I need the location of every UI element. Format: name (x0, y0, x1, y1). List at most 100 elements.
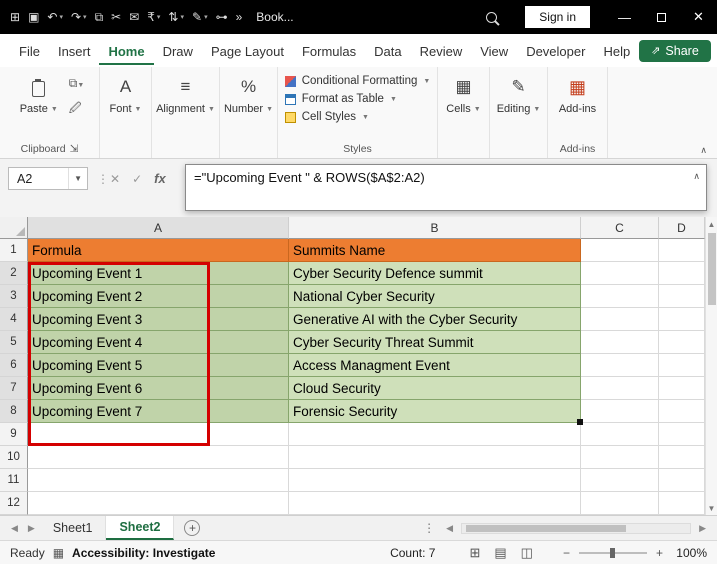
row-header-3[interactable]: 3 (0, 285, 28, 308)
cell-D4[interactable] (659, 308, 705, 331)
column-header-C[interactable]: C (581, 217, 659, 239)
macro-record-icon[interactable]: ▦ (53, 546, 64, 560)
row-header-5[interactable]: 5 (0, 331, 28, 354)
ribbon-tab-view[interactable]: View (471, 36, 517, 65)
cell-D5[interactable] (659, 331, 705, 354)
cell-D8[interactable] (659, 400, 705, 423)
cell-B8[interactable]: Forensic Security (289, 400, 581, 423)
cell-A5[interactable]: Upcoming Event 4 (28, 331, 289, 354)
alignment-button[interactable]: ≡ Alignment ▼ (151, 73, 220, 117)
cell-D7[interactable] (659, 377, 705, 400)
cell-D1[interactable] (659, 239, 705, 262)
row-header-11[interactable]: 11 (0, 469, 28, 492)
row-header-4[interactable]: 4 (0, 308, 28, 331)
cell-B6[interactable]: Access Managment Event (289, 354, 581, 377)
ribbon-tab-developer[interactable]: Developer (517, 36, 594, 65)
maximize-button[interactable] (643, 0, 680, 34)
cell-B11[interactable] (289, 469, 581, 492)
select-all-button[interactable] (0, 217, 28, 239)
vertical-scroll-thumb[interactable] (708, 233, 716, 305)
name-box[interactable]: A2 ▼ (8, 167, 88, 190)
ribbon-tab-home[interactable]: Home (99, 36, 154, 65)
cell-A3[interactable]: Upcoming Event 2 (28, 285, 289, 308)
column-header-D[interactable]: D (659, 217, 705, 239)
horizontal-scroll-thumb[interactable] (466, 524, 627, 532)
ribbon-tab-draw[interactable]: Draw (154, 36, 202, 65)
search-icon[interactable] (486, 11, 498, 23)
cell-B10[interactable] (289, 446, 581, 469)
ribbon-tab-review[interactable]: Review (411, 36, 472, 65)
styles-item-conditional-formatting[interactable]: Conditional Formatting ▼ (284, 75, 430, 87)
row-header-6[interactable]: 6 (0, 354, 28, 377)
ribbon-tab-data[interactable]: Data (365, 36, 410, 65)
ribbon-tab-insert[interactable]: Insert (49, 36, 100, 65)
addins-button[interactable]: ▦ Add-ins (554, 73, 601, 117)
scroll-right-icon[interactable]: ▶ (694, 523, 711, 534)
cell-C5[interactable] (581, 331, 659, 354)
page-layout-view-icon[interactable]: ▤ (494, 545, 506, 561)
cell-A2[interactable]: Upcoming Event 1 (28, 262, 289, 285)
sheet-nav-right-icon[interactable]: ▶ (23, 523, 40, 534)
cell-C7[interactable] (581, 377, 659, 400)
insert-function-icon[interactable]: fx (154, 171, 166, 186)
cell-B12[interactable] (289, 492, 581, 515)
cell-C6[interactable] (581, 354, 659, 377)
column-header-B[interactable]: B (289, 217, 581, 239)
cell-B7[interactable]: Cloud Security (289, 377, 581, 400)
cell-D9[interactable] (659, 423, 705, 446)
cell-A1[interactable]: Formula (28, 239, 289, 262)
mail-icon[interactable]: ✉ (125, 0, 143, 34)
cell-B5[interactable]: Cyber Security Threat Summit (289, 331, 581, 354)
column-header-A[interactable]: A (28, 217, 289, 239)
accessibility-status[interactable]: Accessibility: Investigate (72, 546, 215, 560)
formula-bar-grip[interactable]: ⋮ (97, 172, 110, 186)
sign-in-button[interactable]: Sign in (525, 6, 590, 28)
cell-C8[interactable] (581, 400, 659, 423)
sheet-tab-sheet2[interactable]: Sheet2 (106, 516, 175, 540)
zoom-level[interactable]: 100% (671, 546, 707, 560)
ribbon-tab-help[interactable]: Help (594, 36, 639, 65)
new-sheet-button[interactable]: + (184, 520, 201, 536)
cell-A11[interactable] (28, 469, 289, 492)
cell-A12[interactable] (28, 492, 289, 515)
row-header-1[interactable]: 1 (0, 239, 28, 262)
more-commands-icon[interactable]: » (232, 0, 247, 34)
cell-B1[interactable]: Summits Name (289, 239, 581, 262)
close-button[interactable]: ✕ (680, 0, 717, 34)
formula-input[interactable]: ="Upcoming Event " & ROWS($A$2:A2) ∧ (185, 164, 707, 211)
zoom-slider[interactable] (578, 547, 647, 558)
cancel-icon[interactable]: ✕ (110, 172, 120, 186)
zoom-out-icon[interactable]: − (563, 546, 570, 560)
draw-icon[interactable]: ✎ ▾ (188, 0, 212, 34)
cut-icon[interactable]: ✂ (107, 0, 125, 34)
styles-item-cell-styles[interactable]: Cell Styles ▼ (284, 111, 369, 123)
vertical-scrollbar[interactable]: ▲ ▼ (705, 217, 717, 515)
cell-B3[interactable]: National Cyber Security (289, 285, 581, 308)
normal-view-icon[interactable]: ⊞ (469, 545, 480, 561)
name-box-caret-icon[interactable]: ▼ (68, 168, 87, 189)
copy-small-icon[interactable]: ⧉▼ (69, 76, 85, 91)
cell-D12[interactable] (659, 492, 705, 515)
sort-icon[interactable]: ⇅ ▾ (164, 0, 188, 34)
ribbon-tab-page-layout[interactable]: Page Layout (202, 36, 293, 65)
cell-B4[interactable]: Generative AI with the Cyber Security (289, 308, 581, 331)
zoom-in-icon[interactable]: + (656, 546, 663, 560)
dialog-launcher-icon[interactable]: ⇲ (70, 143, 79, 155)
currency-icon[interactable]: ₹ ▾ (143, 0, 164, 34)
cell-D10[interactable] (659, 446, 705, 469)
copy-icon[interactable]: ⧉ (91, 0, 108, 34)
redo-icon[interactable]: ↷ ▾ (67, 0, 91, 34)
ribbon-tab-formulas[interactable]: Formulas (293, 36, 365, 65)
number-button[interactable]: % Number ▼ (219, 73, 278, 117)
cell-D11[interactable] (659, 469, 705, 492)
editing-button[interactable]: ✎ Editing ▼ (492, 73, 546, 117)
row-header-12[interactable]: 12 (0, 492, 28, 515)
cell-B9[interactable] (289, 423, 581, 446)
scroll-up-icon[interactable]: ▲ (706, 217, 717, 231)
row-header-7[interactable]: 7 (0, 377, 28, 400)
menu-grid-icon[interactable]: ⊞ (6, 0, 24, 34)
styles-item-format-as-table[interactable]: Format as Table ▼ (284, 93, 397, 105)
cell-C1[interactable] (581, 239, 659, 262)
zoom-slider-thumb[interactable] (609, 547, 615, 558)
row-header-9[interactable]: 9 (0, 423, 28, 446)
